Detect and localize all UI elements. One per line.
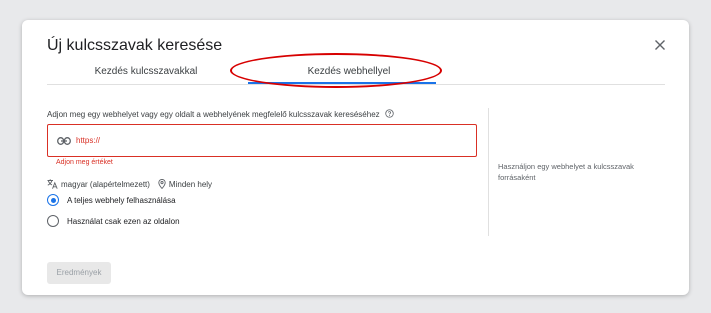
- dialog-title: Új kulcsszavak keresése: [47, 37, 223, 54]
- radio-button-checked[interactable]: [47, 194, 59, 206]
- new-keywords-dialog: Új kulcsszavak keresése Kezdés kulcsszav…: [22, 20, 689, 295]
- close-icon[interactable]: [652, 37, 668, 53]
- radio-option-entire-site[interactable]: A teljes webhely felhasználása: [47, 194, 176, 206]
- radio-button-unchecked[interactable]: [47, 215, 59, 227]
- translate-icon[interactable]: [47, 179, 58, 189]
- panel-divider: [488, 108, 489, 236]
- radio-label-this-page-only: Használat csak ezen az oldalon: [67, 216, 180, 226]
- radio-label-entire-site: A teljes webhely felhasználása: [67, 195, 176, 205]
- radio-option-this-page-only[interactable]: Használat csak ezen az oldalon: [47, 215, 180, 227]
- help-circle-icon[interactable]: [385, 109, 394, 118]
- link-icon: [57, 137, 71, 145]
- side-panel-hint: Használjon egy webhelyet a kulcsszavak f…: [498, 162, 634, 182]
- results-button[interactable]: Eredmények: [47, 262, 111, 284]
- red-annotation-ellipse: [230, 53, 442, 88]
- targeting-row: magyar (alapértelmezett) Minden hely: [47, 179, 212, 189]
- language-setting[interactable]: magyar (alapértelmezett): [61, 180, 150, 189]
- location-setting[interactable]: Minden hely: [169, 180, 212, 189]
- validation-error: Adjon meg értéket: [56, 159, 113, 166]
- instruction-text: Adjon meg egy webhelyet vagy egy oldalt …: [47, 109, 394, 119]
- close-button[interactable]: [652, 37, 668, 53]
- url-input-value[interactable]: https://: [76, 136, 100, 145]
- website-url-input[interactable]: https://: [47, 124, 477, 157]
- instruction-label: Adjon meg egy webhelyet vagy egy oldalt …: [47, 110, 380, 119]
- tab-start-with-keywords[interactable]: Kezdés kulcsszavakkal: [68, 66, 224, 77]
- location-pin-icon[interactable]: [158, 179, 166, 189]
